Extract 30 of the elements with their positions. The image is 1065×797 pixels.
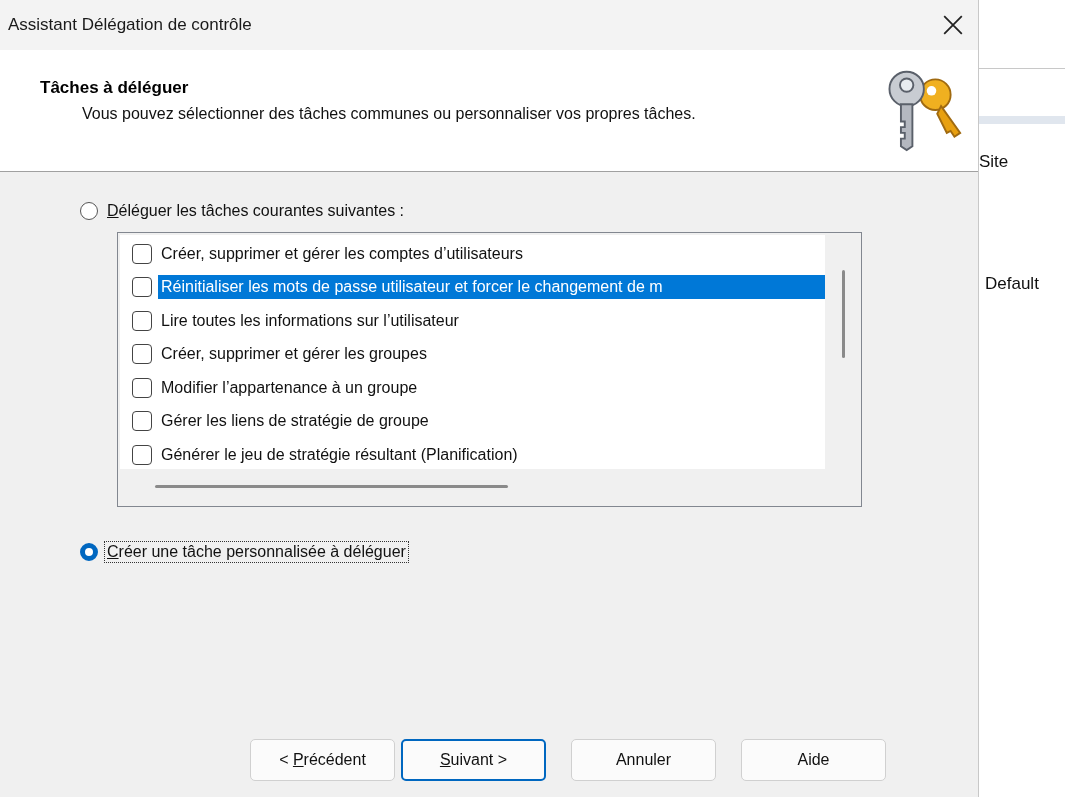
page-description: Vous pouvez sélectionner des tâches communes ou personnaliser vos propres tâches. [82,104,697,124]
task-item[interactable]: Modifier l’appartenance à un groupe [158,375,422,400]
page-heading: Tâches à déléguer [40,78,190,98]
task-item[interactable]: Lire toutes les informations sur l’utilisateur [158,308,463,333]
radio-label[interactable]: Déléguer les tâches courantes suivantes : [104,200,408,222]
task-item[interactable]: Créer, supprimer et gérer les groupes [158,342,431,367]
radio-label[interactable]: Créer une tâche personnalisée à déléguer [104,541,409,563]
radio-button[interactable] [80,202,98,220]
task-item[interactable]: Gérer les liens de stratégie de groupe [158,409,433,434]
horizontal-scrollbar[interactable] [155,485,508,488]
checkbox[interactable] [132,411,152,432]
window-title: Assistant Délégation de contrôle [8,15,252,35]
checkbox[interactable] [132,344,152,365]
task-item[interactable]: Créer, supprimer et gérer les comptes d’utilisateurs [158,241,527,266]
vertical-scrollbar[interactable] [842,270,845,358]
task-item[interactable]: Générer le jeu de stratégie résultant (Planification) [158,442,522,467]
dialog-button[interactable]: < Précédent [250,739,395,781]
checkbox[interactable] [132,310,152,331]
close-icon[interactable] [942,14,964,36]
task-item[interactable]: Réinitialiser les mots de passe utilisateur et forcer le changement de m [158,275,825,300]
radio-button[interactable] [80,543,98,561]
checkbox[interactable] [132,277,152,298]
checkbox[interactable] [132,444,152,465]
background-label: Site [979,152,1009,172]
checkbox[interactable] [132,243,152,264]
dialog-button[interactable]: Annuler [571,739,716,781]
dialog-button[interactable]: Aide [741,739,886,781]
dialog-button[interactable]: Suivant > [401,739,546,781]
checkbox[interactable] [132,377,152,398]
background-label: Default [985,274,1039,294]
